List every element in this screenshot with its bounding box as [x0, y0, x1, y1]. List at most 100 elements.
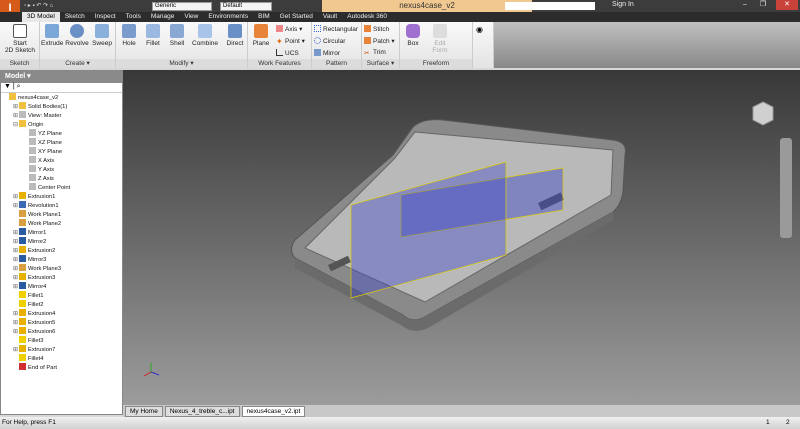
- 3d-viewport[interactable]: [123, 70, 800, 405]
- tree-item[interactable]: Fillet4: [1, 354, 122, 363]
- tree-item[interactable]: ⊞ Extrusion3: [1, 273, 122, 282]
- tree-item[interactable]: ⊞ View: Master: [1, 111, 122, 120]
- axis-button[interactable]: Axis ▾: [276, 25, 302, 33]
- revolve-button[interactable]: Revolve: [65, 24, 89, 47]
- tree-item[interactable]: Fillet2: [1, 300, 122, 309]
- tree-item[interactable]: Work Plane2: [1, 219, 122, 228]
- label: Combine: [192, 40, 219, 47]
- maximize-button[interactable]: ❐: [756, 0, 770, 10]
- filter-icon[interactable]: ▼: [4, 83, 11, 90]
- shell-button[interactable]: Shell: [166, 24, 188, 47]
- tree-item[interactable]: Fillet1: [1, 291, 122, 300]
- tab-nexus4case-v2[interactable]: nexus4case_v2.ipt: [241, 405, 306, 417]
- tree-item-label: Extrusion7: [28, 347, 56, 353]
- tree-item-label: Y Axis: [38, 167, 55, 173]
- tree-item[interactable]: nexus4case_v2: [1, 93, 122, 102]
- tree-item[interactable]: XY Plane: [1, 147, 122, 156]
- feature-icon: [19, 336, 26, 343]
- tab-get-started[interactable]: Get Started: [275, 12, 318, 22]
- circular-pattern-button[interactable]: Circular: [314, 37, 345, 45]
- rectangular-pattern-button[interactable]: Rectangular: [314, 25, 358, 33]
- quick-access-toolbar[interactable]: ▫ ▸ ▪ ↶ ↷ ⌂: [24, 2, 53, 11]
- help-search-input[interactable]: [505, 2, 595, 10]
- tree-item[interactable]: X Axis: [1, 156, 122, 165]
- label: Shell: [169, 40, 185, 47]
- ucs-button[interactable]: UCS: [276, 49, 299, 57]
- tree-item[interactable]: Y Axis: [1, 165, 122, 174]
- tab-my-home[interactable]: My Home: [125, 405, 163, 417]
- start-2d-sketch-button[interactable]: Start 2D Sketch: [4, 24, 36, 54]
- tree-item[interactable]: Z Axis: [1, 174, 122, 183]
- panel-label[interactable]: Surface ▾: [362, 59, 399, 68]
- panel-label[interactable]: Create ▾: [40, 59, 115, 68]
- fillet-button[interactable]: Fillet: [142, 24, 164, 47]
- revolve-icon: [70, 24, 84, 38]
- tab-vault[interactable]: Vault: [318, 12, 342, 22]
- tree-item[interactable]: Center Point: [1, 183, 122, 192]
- tab-bim[interactable]: BIM: [253, 12, 275, 22]
- tree-item[interactable]: ⊞ Extrusion5: [1, 318, 122, 327]
- tree-item[interactable]: ⊞ Mirror1: [1, 228, 122, 237]
- tree-item[interactable]: ⊞ Mirror4: [1, 282, 122, 291]
- combine-button[interactable]: Combine: [192, 24, 218, 47]
- trim-button[interactable]: ✂ Trim: [364, 49, 386, 57]
- design-view-select[interactable]: Default: [220, 2, 272, 11]
- tree-item[interactable]: ⊞ Work Plane3: [1, 264, 122, 273]
- tab-manage[interactable]: Manage: [146, 12, 180, 22]
- mirror-icon: [314, 49, 321, 56]
- tab-nexus-4-treble[interactable]: Nexus_4_treble_c...ipt: [164, 405, 240, 417]
- tab-autodesk-360[interactable]: Autodesk 360: [342, 12, 392, 22]
- tree-item[interactable]: ⊞ Mirror2: [1, 237, 122, 246]
- sign-in-button[interactable]: Sign In: [612, 1, 634, 8]
- tree-item[interactable]: YZ Plane: [1, 129, 122, 138]
- feature-icon: [29, 147, 36, 154]
- tab-inspect[interactable]: Inspect: [90, 12, 121, 22]
- tree-item-label: Extrusion2: [28, 248, 56, 254]
- tree-item-label: Mirror2: [28, 239, 47, 245]
- tab-view[interactable]: View: [179, 12, 203, 22]
- mirror-button[interactable]: Mirror: [314, 49, 340, 57]
- tree-item[interactable]: ⊞ Revolution1: [1, 201, 122, 210]
- feature-icon: [19, 237, 26, 244]
- browser-header[interactable]: Model ▾: [1, 71, 122, 83]
- ribbon-options[interactable]: ◉: [473, 22, 494, 68]
- tab-sketch[interactable]: Sketch: [60, 12, 90, 22]
- tab-environments[interactable]: Environments: [203, 12, 253, 22]
- panel-label[interactable]: Modify ▾: [116, 59, 247, 68]
- direct-button[interactable]: Direct: [224, 24, 246, 47]
- close-button[interactable]: ✕: [776, 0, 798, 10]
- tree-item[interactable]: ⊞ Extrusion7: [1, 345, 122, 354]
- hole-button[interactable]: Hole: [118, 24, 140, 47]
- feature-icon: [19, 363, 26, 370]
- find-icon[interactable]: ⌕: [17, 83, 21, 90]
- stitch-button[interactable]: Stitch: [364, 25, 389, 33]
- tree-item[interactable]: ⊞ Extrusion6: [1, 327, 122, 336]
- tree-item[interactable]: ⊞ Solid Bodies(1): [1, 102, 122, 111]
- point-button[interactable]: ✦ Point ▾: [276, 37, 305, 46]
- patch-button[interactable]: Patch ▾: [364, 37, 395, 45]
- tree-item[interactable]: ⊞ Extrusion4: [1, 309, 122, 318]
- feature-icon: [9, 93, 16, 100]
- tree-item[interactable]: ⊞ Extrusion1: [1, 192, 122, 201]
- tree-item[interactable]: End of Part: [1, 363, 122, 372]
- box-button[interactable]: Box: [402, 24, 424, 47]
- tree-item[interactable]: ⊟ Origin: [1, 120, 122, 129]
- tab-tools[interactable]: Tools: [121, 12, 146, 22]
- tree-item[interactable]: XZ Plane: [1, 138, 122, 147]
- feature-icon: [19, 345, 26, 352]
- tree-item[interactable]: Work Plane1: [1, 210, 122, 219]
- tree-item[interactable]: Fillet3: [1, 336, 122, 345]
- minimize-button[interactable]: –: [738, 0, 752, 10]
- extrude-button[interactable]: Extrude: [41, 24, 63, 47]
- edit-form-button[interactable]: Edit Form: [428, 24, 452, 54]
- tree-item[interactable]: ⊞ Extrusion2: [1, 246, 122, 255]
- sweep-button[interactable]: Sweep: [91, 24, 113, 47]
- tab-3d-model[interactable]: 3D Model: [22, 12, 60, 22]
- appearance-select[interactable]: Generic: [152, 2, 212, 11]
- model-canvas: [143, 101, 774, 377]
- label: Patch ▾: [373, 38, 395, 45]
- navigation-bar[interactable]: [780, 138, 792, 238]
- plane-button[interactable]: Plane: [250, 24, 272, 47]
- tree-item[interactable]: ⊞ Mirror3: [1, 255, 122, 264]
- feature-icon: [19, 273, 26, 280]
